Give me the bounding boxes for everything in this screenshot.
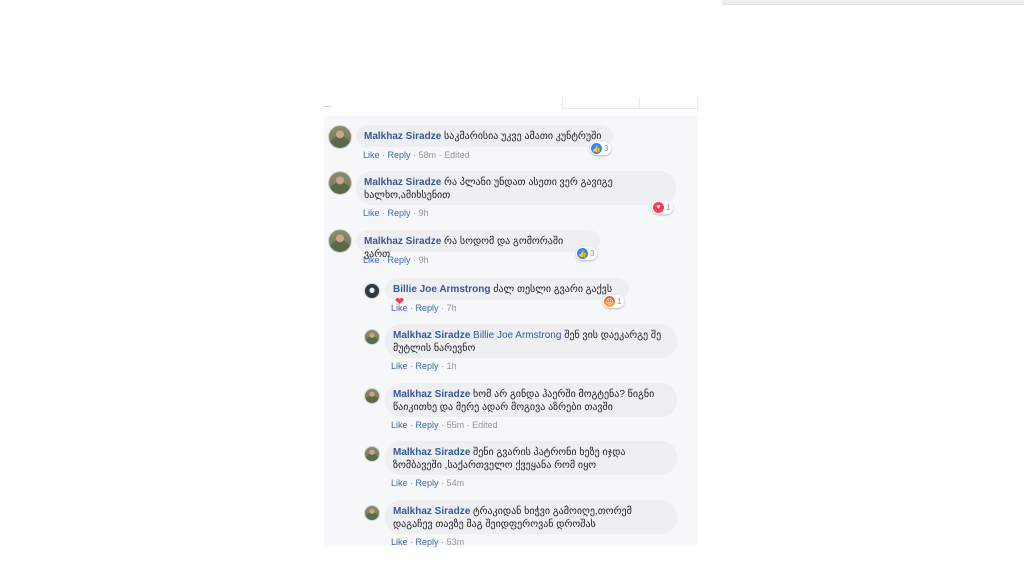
reaction-number: 3 xyxy=(590,249,595,258)
separator: · xyxy=(410,478,414,488)
separator: · xyxy=(410,303,414,313)
timestamp[interactable]: 9h xyxy=(419,255,429,265)
separator: · xyxy=(441,420,445,430)
comment-actions: Like · Reply · 9h xyxy=(363,255,429,265)
reply-author[interactable]: Malkhaz Siradze xyxy=(393,447,470,458)
comment-bubble: Malkhaz Siradze რა პლანი უნდათ ასეთი ვერ… xyxy=(356,171,676,205)
separator: · xyxy=(441,361,445,371)
timestamp[interactable]: 58m xyxy=(419,150,437,160)
reply-bubble: Malkhaz Siradze ტრაკიდან ხიჭვი გამოიღე,თ… xyxy=(385,500,677,534)
reply-link[interactable]: Reply xyxy=(388,208,411,218)
separator: · xyxy=(413,150,417,160)
comment-author[interactable]: Malkhaz Siradze xyxy=(364,131,441,142)
timestamp[interactable]: 1h xyxy=(447,361,457,371)
reaction-count[interactable]: 👍 3 xyxy=(576,247,598,260)
reply-text: ძალ თესლი გვარი გაქვს xyxy=(493,284,613,295)
angry-face-icon: ☹ xyxy=(604,296,615,307)
separator: · xyxy=(410,361,414,371)
separator: · xyxy=(441,537,445,547)
reply-author[interactable]: Billie Joe Armstrong xyxy=(393,284,490,295)
avatar[interactable] xyxy=(364,505,380,521)
like-link[interactable]: Like xyxy=(363,255,380,265)
like-link[interactable]: Like xyxy=(391,303,408,313)
timestamp[interactable]: 9h xyxy=(419,208,429,218)
reaction-number: 1 xyxy=(617,297,622,306)
separator: · xyxy=(413,208,417,218)
avatar[interactable] xyxy=(364,388,380,404)
comment-author[interactable]: Malkhaz Siradze xyxy=(364,177,441,188)
like-link[interactable]: Like xyxy=(363,208,380,218)
comment-actions: Like · Reply · 9h xyxy=(363,208,429,218)
reply-bubble: Malkhaz Siradze Billie Joe Armstrong შენ… xyxy=(385,324,677,358)
separator: · xyxy=(410,537,414,547)
mention-link[interactable]: Billie Joe Armstrong xyxy=(473,330,561,341)
avatar[interactable] xyxy=(364,446,380,462)
like-link[interactable]: Like xyxy=(391,361,408,371)
separator: · xyxy=(413,255,417,265)
comment-author[interactable]: Malkhaz Siradze xyxy=(364,236,441,247)
edge-tick xyxy=(324,106,331,107)
avatar[interactable] xyxy=(328,125,352,149)
comment-actions: Like · Reply · 58m · Edited xyxy=(363,150,470,160)
like-link[interactable]: Like xyxy=(391,537,408,547)
reply-link[interactable]: Reply xyxy=(416,361,439,371)
reply-link[interactable]: Reply xyxy=(416,478,439,488)
edited-label[interactable]: Edited xyxy=(472,420,498,430)
comment-text: საკმარისია უკვე ამათი კუნტრუში xyxy=(444,131,602,142)
reply-actions: Like · Reply · 7h xyxy=(391,303,457,313)
reply-link[interactable]: Reply xyxy=(388,150,411,160)
reply-author[interactable]: Malkhaz Siradze xyxy=(393,506,470,517)
edited-label[interactable]: Edited xyxy=(444,150,470,160)
separator: · xyxy=(382,255,386,265)
cropped-toolbar xyxy=(562,98,698,109)
reply-author[interactable]: Malkhaz Siradze xyxy=(393,389,470,400)
timestamp[interactable]: 54m xyxy=(447,478,465,488)
timestamp[interactable]: 55m xyxy=(447,420,465,430)
comment-bubble: Malkhaz Siradze რა სოდომ და გომორაში ვარ… xyxy=(356,230,600,260)
avatar[interactable] xyxy=(364,283,380,299)
separator: · xyxy=(382,208,386,218)
reaction-count[interactable]: ♥ 1 xyxy=(652,201,674,214)
separator: · xyxy=(410,420,414,430)
reply-link[interactable]: Reply xyxy=(388,255,411,265)
reply-bubble: Billie Joe Armstrong ძალ თესლი გვარი გაქ… xyxy=(385,278,629,308)
top-strip xyxy=(722,0,1024,5)
reply-link[interactable]: Reply xyxy=(416,537,439,547)
avatar[interactable] xyxy=(328,171,352,195)
separator: · xyxy=(441,478,445,488)
reply-bubble: Malkhaz Siradze ხომ არ გინდა ჰაერში მოგტ… xyxy=(385,383,677,417)
avatar[interactable] xyxy=(328,229,352,253)
reply-actions: Like · Reply · 53m xyxy=(391,537,464,547)
separator: · xyxy=(466,420,470,430)
separator: · xyxy=(382,150,386,160)
like-link[interactable]: Like xyxy=(391,420,408,430)
avatar[interactable] xyxy=(364,329,380,345)
thumbs-up-icon: 👍 xyxy=(591,143,602,154)
reaction-number: 1 xyxy=(666,203,671,212)
reaction-count[interactable]: 👍 3 xyxy=(590,142,612,155)
separator: · xyxy=(438,150,442,160)
timestamp[interactable]: 7h xyxy=(447,303,457,313)
reply-bubble: Malkhaz Siradze შენი გვარის პატრონი ხეზე… xyxy=(385,441,677,475)
like-link[interactable]: Like xyxy=(391,478,408,488)
separator: · xyxy=(441,303,445,313)
reaction-count[interactable]: ☹ 1 xyxy=(603,295,625,308)
reply-actions: Like · Reply · 1h xyxy=(391,361,457,371)
reaction-number: 3 xyxy=(604,144,609,153)
reply-link[interactable]: Reply xyxy=(416,303,439,313)
thumbs-up-icon: 👍 xyxy=(577,248,588,259)
comment-bubble: Malkhaz Siradze საკმარისია უკვე ამათი კუ… xyxy=(356,125,613,147)
reply-actions: Like · Reply · 55m · Edited xyxy=(391,420,498,430)
reply-link[interactable]: Reply xyxy=(416,420,439,430)
heart-icon: ♥ xyxy=(653,202,664,213)
timestamp[interactable]: 53m xyxy=(447,537,465,547)
reply-actions: Like · Reply · 54m xyxy=(391,478,464,488)
like-link[interactable]: Like xyxy=(363,150,380,160)
reply-author[interactable]: Malkhaz Siradze xyxy=(393,330,470,341)
